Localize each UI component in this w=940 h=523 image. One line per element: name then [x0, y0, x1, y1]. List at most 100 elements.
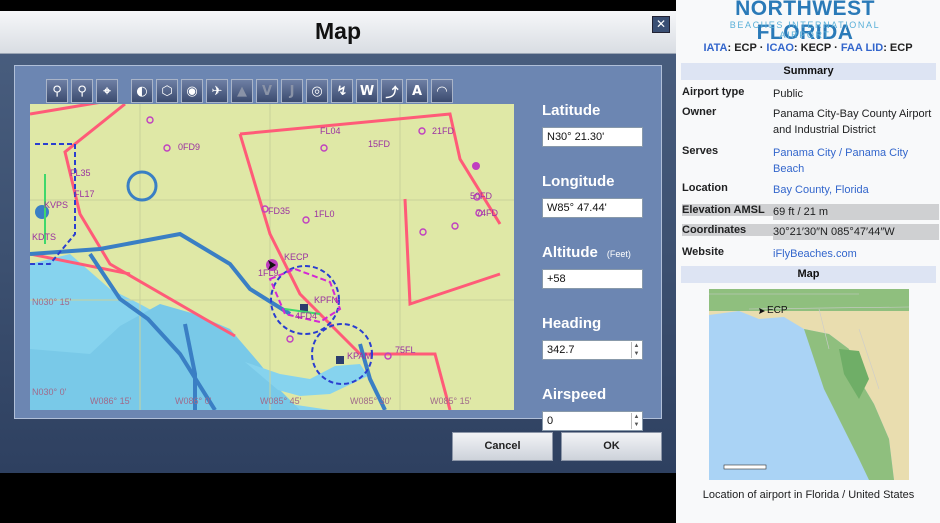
close-button[interactable]: ✕: [652, 16, 670, 33]
position-fields: Latitude N30° 21.30' Longitude W85° 47.4…: [542, 102, 662, 431]
row-key: Owner: [682, 106, 717, 118]
map-label: FL04: [320, 126, 341, 136]
map-marker-label: ECP: [767, 305, 788, 316]
airport-layer-icon[interactable]: ◐: [131, 79, 153, 103]
latitude-label: Latitude: [542, 102, 601, 119]
map-label: 0FD9: [178, 142, 200, 152]
map-label: KPAM: [347, 351, 372, 361]
airport-marker: [472, 162, 480, 170]
map-frame: ⚲ ⚲ ⌖ ◐ ⬡ ◉ ✈ ▲ V J ◎ ↯ W ⤴ A ◠ FL35 FL1…: [14, 65, 662, 431]
altitude-field[interactable]: +58: [542, 269, 643, 289]
florida-interior: [709, 289, 909, 311]
map-label: KPFN: [314, 295, 338, 305]
faa-lid-link[interactable]: FAA LID: [841, 42, 883, 54]
map-label: FL17: [74, 189, 95, 199]
scale-bar: [723, 464, 767, 470]
zoom-in-icon[interactable]: ⚲: [46, 79, 68, 103]
map-label: W085° 45': [260, 396, 302, 406]
row-key: Website: [682, 246, 724, 258]
latitude-field[interactable]: N30° 21.30': [542, 127, 643, 147]
map-label: W085° 15': [430, 396, 472, 406]
dialog-titlebar: Map ✕: [0, 11, 676, 54]
map-heading: Map: [681, 266, 936, 283]
map-caption: Location of airport in Florida / United …: [702, 489, 915, 501]
vor-layer-icon[interactable]: ⬡: [156, 79, 178, 103]
map-label: KVPS: [44, 200, 68, 210]
map-label: 15FD: [368, 139, 391, 149]
longitude-label: Longitude: [542, 173, 615, 190]
map-label: 1FL0: [314, 209, 335, 219]
map-label: KDTS: [32, 232, 56, 242]
row-value[interactable]: Bay County, Florida: [773, 182, 939, 198]
map-label: FL35: [70, 168, 91, 178]
longitude-field[interactable]: W85° 47.44': [542, 198, 643, 218]
row-key: Serves: [682, 145, 719, 157]
map-dialog: Map ✕ ⚲ ⚲ ⌖ ◐ ⬡ ◉ ✈ ▲ V J ◎ ↯ W ⤴ A ◠ FL…: [0, 11, 676, 473]
map-label: 74FD: [476, 208, 499, 218]
map-view[interactable]: FL35 FL17 KVPS KDTS 0FD9 15FD 21FD 50FD 74FD FD35…: [30, 104, 514, 410]
row-value: 69 ft / 21 m: [773, 204, 939, 220]
range-rings-icon[interactable]: ◠: [431, 79, 453, 103]
waypoint-layer-icon[interactable]: W: [356, 79, 378, 103]
iata-code: ECP: [734, 42, 757, 54]
heading-label: Heading: [542, 315, 602, 332]
row-value[interactable]: iFlyBeaches.com: [773, 246, 939, 262]
row-key: Elevation AMSL: [682, 204, 774, 216]
map-label: 21FD: [432, 126, 455, 136]
airspeed-label: Airspeed: [542, 386, 607, 403]
cancel-button[interactable]: Cancel: [452, 432, 553, 461]
heading-spinner[interactable]: ▲ ▼: [631, 342, 641, 358]
map-canvas[interactable]: FL35 FL17 KVPS KDTS 0FD9 15FD 21FD 50FD 74FD FD35…: [30, 104, 514, 410]
victor-airways-icon[interactable]: V: [256, 79, 278, 103]
map-label: KECP: [284, 252, 309, 262]
icao-link[interactable]: ICAO: [766, 42, 794, 54]
row-value: Panama City-Bay County Airport and Indus…: [773, 108, 932, 136]
map-label: W086° 15': [90, 396, 132, 406]
map-label: N030° 0': [32, 387, 67, 397]
heading-value: 342.7: [547, 344, 575, 356]
faa-code: ECP: [889, 42, 913, 54]
route-layer-icon[interactable]: ↯: [331, 79, 353, 103]
map-label: W086° 0': [175, 396, 212, 406]
summary-heading: Summary: [681, 63, 936, 80]
map-label: N030° 15': [32, 297, 72, 307]
map-toolbar: ⚲ ⚲ ⌖ ◐ ⬡ ◉ ✈ ▲ V J ◎ ↯ W ⤴ A ◠: [46, 79, 456, 107]
altitude-unit: (Feet): [606, 249, 631, 259]
row-value[interactable]: Panama City / Panama City Beach: [773, 145, 939, 177]
airspace-layer-icon[interactable]: ◎: [306, 79, 328, 103]
ndb-layer-icon[interactable]: ◉: [181, 79, 203, 103]
row-key: Airport type: [682, 86, 745, 98]
airspeed-value: 0: [547, 415, 554, 427]
logo-line2: BEACHES INTERNATIONAL AIRPORT: [729, 20, 881, 40]
row-key: Coordinates: [682, 224, 774, 236]
altitude-label: Altitude (Feet): [542, 244, 662, 264]
dialog-title: Map: [315, 18, 361, 44]
jet-airways-icon[interactable]: J: [281, 79, 303, 103]
aircraft-layer-icon[interactable]: ✈: [206, 79, 228, 103]
ok-button[interactable]: OK: [561, 432, 662, 461]
heading-field[interactable]: 342.7 ▲ ▼: [542, 340, 643, 360]
row-value: Public: [773, 88, 803, 100]
icao-code: KECP: [800, 42, 832, 54]
map-label: FD35: [268, 206, 290, 216]
map-label: 50FD: [470, 191, 493, 201]
row-key: Location: [682, 182, 728, 194]
airport-logo: NORTHWEST FLORIDA BEACHES INTERNATIONAL …: [709, 0, 901, 44]
flight-path-icon[interactable]: ⤴: [381, 79, 403, 103]
airport-codes: IATA: ECP · ICAO: KECP · FAA LID: ECP: [703, 42, 913, 54]
airport-marker: [336, 356, 344, 364]
row-value: 30°21′30″N 085°47′44″W: [773, 224, 939, 240]
altitude-label-text: Altitude: [542, 244, 598, 261]
map-label: W085° 30': [350, 396, 392, 406]
florida-locator-map[interactable]: ECP: [709, 289, 909, 480]
airport-infobox: NORTHWEST FLORIDA BEACHES INTERNATIONAL …: [676, 0, 940, 523]
terrain-layer-icon[interactable]: ▲: [231, 79, 253, 103]
altitude-label-icon[interactable]: A: [406, 79, 428, 103]
zoom-out-icon[interactable]: ⚲: [71, 79, 93, 103]
airspeed-spinner[interactable]: ▲ ▼: [631, 413, 641, 429]
florida-map-canvas: ECP: [709, 289, 909, 480]
airspeed-field[interactable]: 0 ▲ ▼: [542, 411, 643, 431]
iata-link[interactable]: IATA: [703, 42, 727, 54]
map-label: 75FL: [395, 345, 416, 355]
center-icon[interactable]: ⌖: [96, 79, 118, 103]
